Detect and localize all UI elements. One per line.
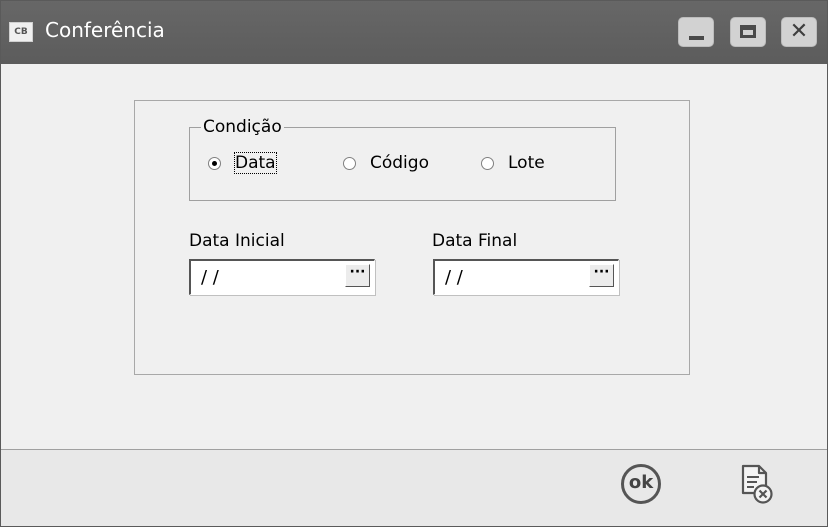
end-date-value[interactable]: / / [445,267,463,288]
close-icon: ✕ [789,19,809,44]
close-button[interactable]: ✕ [781,17,817,47]
radio-codigo-label[interactable]: Código [370,153,429,173]
cancel-button[interactable] [739,463,773,505]
minimize-icon [689,36,704,40]
ok-label: ok [628,472,654,493]
window-title: Conferência [45,18,165,42]
document-cancel-icon [741,464,773,504]
ok-button[interactable]: ok [621,464,661,504]
condition-legend: Condição [201,117,284,137]
footer-bar [1,450,827,526]
maximize-button[interactable] [730,17,766,47]
end-date-field[interactable]: / / ··· [433,259,619,295]
end-date-label: Data Final [432,231,518,251]
start-date-browse-button[interactable]: ··· [345,264,370,287]
end-date-browse-button[interactable]: ··· [589,264,614,287]
radio-unselected-icon[interactable] [343,157,356,170]
app-icon: CB [9,22,33,42]
title-bar[interactable]: CB Conferência ✕ [1,1,827,64]
radio-lote-label[interactable]: Lote [508,153,545,173]
conferencia-window: CB Conferência ✕ Condição Data Código Lo… [0,0,828,527]
maximize-icon [740,25,756,38]
start-date-label: Data Inicial [189,231,285,251]
radio-unselected-icon[interactable] [481,157,494,170]
radio-selected-icon[interactable] [208,157,221,170]
minimize-button[interactable] [678,17,714,47]
start-date-field[interactable]: / / ··· [189,259,375,295]
radio-data-label[interactable]: Data [234,152,277,174]
start-date-value[interactable]: / / [201,267,219,288]
